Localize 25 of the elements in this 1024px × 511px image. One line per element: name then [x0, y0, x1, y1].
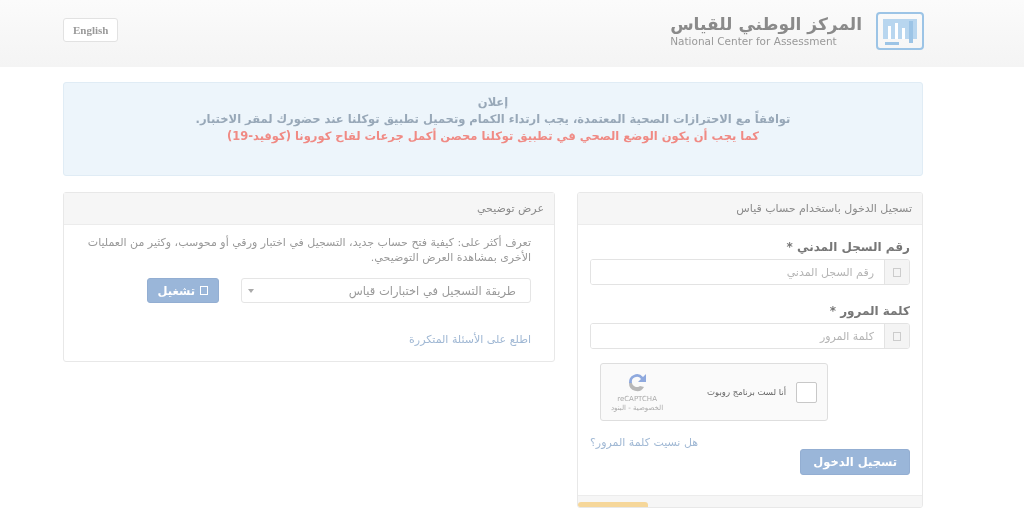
login-button[interactable]: تسجيل الدخول: [800, 449, 910, 475]
announcement-title: إعلان: [476, 95, 510, 109]
announcement-text: كما يجب أن يكون الوضع الصحي في تطبيق توكلنا محصن أكمل جرعات لقاح كورونا (كوفيد-19): [225, 129, 761, 143]
square-icon: [893, 331, 901, 341]
announcement-text: توافقاً مع الاحترازات الصحية المعتمدة، يجب ارتداء الكمام وتحميل تطبيق توكلنا عند حضورك لمقر الاختبار.: [194, 112, 792, 126]
captcha-label: أنا لست برنامج روبوت: [707, 387, 786, 397]
language-button[interactable]: English: [63, 17, 119, 42]
play-button[interactable]: تشغيل: [146, 278, 219, 303]
field-label: كلمة المرور *: [828, 304, 910, 318]
faq-link[interactable]: اطلع على الأسئلة المتكررة: [409, 333, 531, 346]
square-icon: [893, 267, 901, 277]
captcha-checkbox[interactable]: [796, 381, 817, 403]
logo-title: المركز الوطني للقياس: [670, 13, 862, 34]
square-icon: [200, 286, 208, 295]
logo-subtitle: National Center for Assessment: [670, 34, 837, 48]
logo-icon: [876, 11, 924, 50]
input-field[interactable]: كلمة المرور: [590, 323, 910, 349]
input-field[interactable]: رقم السجل المدني: [590, 259, 910, 285]
caret-icon: [248, 288, 254, 293]
demo-description: تعرف أكثر على: كيفية فتح حساب جديد، التسجيل في اختبار ورقي أو محوسب، وكثير من العمليات الأخرى بمشاهدة العرض التوضيحي.: [87, 235, 531, 265]
demo-dropdown[interactable]: طريقة التسجيل في اختبارات قياس: [241, 278, 531, 303]
panel-title: عرض توضيحي: [64, 193, 554, 225]
panel-title: تسجيل الدخول باستخدام حساب قياس: [578, 193, 922, 225]
forgot-password-link[interactable]: هل نسيت كلمة المرور؟: [590, 436, 699, 449]
field-label: رقم السجل المدني *: [785, 240, 910, 254]
